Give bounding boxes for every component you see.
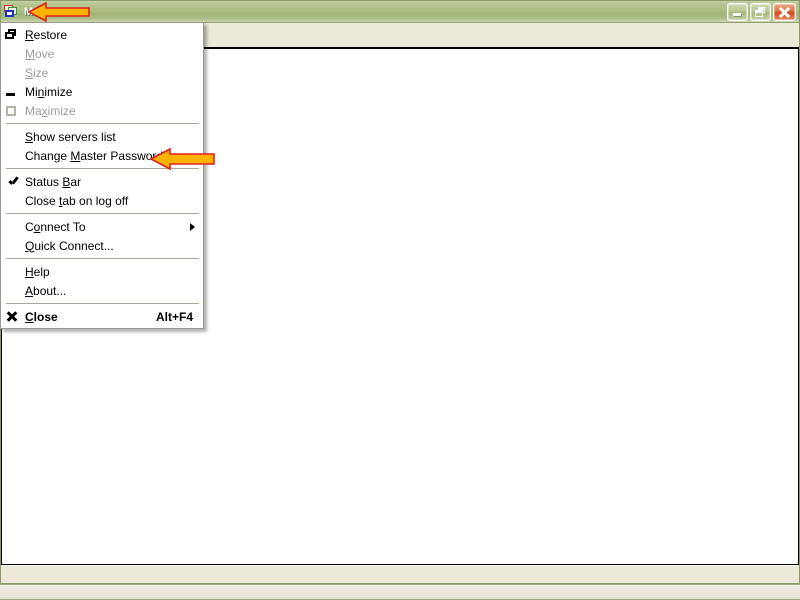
menu-item-help-label: Help (25, 264, 50, 279)
menu-item-connect-to[interactable]: Connect To (1, 217, 203, 236)
menu-item-close-tab-on-logoff[interactable]: Close tab on log off (1, 191, 203, 210)
title-bar[interactable]: M...k (1, 1, 799, 23)
restore-icon-slot (1, 25, 25, 44)
menu-item-about[interactable]: About... (1, 281, 203, 300)
window-title: M...k (24, 6, 727, 18)
menu-item-quick-connect[interactable]: Quick Connect... (1, 236, 203, 255)
window-bottom-strip (0, 584, 800, 600)
menu-item-show-servers-list[interactable]: Show servers list (1, 127, 203, 146)
menu-item-help[interactable]: Help (1, 262, 203, 281)
close-x-icon (6, 311, 17, 322)
menu-item-quick-connect-label: Quick Connect... (25, 238, 114, 253)
menu-item-close[interactable]: Close Alt+F4 (1, 307, 203, 326)
submenu-chevron-right-icon (190, 223, 195, 231)
status-bar (1, 565, 799, 583)
close-x-icon-slot (1, 307, 25, 326)
minimize-icon (6, 93, 15, 96)
maximize-icon-slot (1, 101, 25, 120)
minimize-icon-slot (1, 82, 25, 101)
menu-item-maximize: Maximize (1, 101, 203, 120)
check-icon (8, 176, 18, 186)
menu-item-size-label: Size (25, 65, 49, 80)
menu-icon-slot (1, 146, 25, 165)
menu-icon-slot (1, 127, 25, 146)
menu-icon-slot (1, 63, 25, 82)
check-icon-slot (1, 172, 25, 191)
minimize-button[interactable] (727, 2, 748, 21)
menu-item-minimize[interactable]: Minimize (1, 82, 203, 101)
menu-icon-slot (1, 262, 25, 281)
menu-separator-5 (6, 303, 199, 304)
desktop-background: M...k Restore (0, 0, 800, 600)
caption-button-group (727, 2, 796, 21)
menu-item-size: Size (1, 63, 203, 82)
menu-icon-slot (1, 236, 25, 255)
menu-item-restore[interactable]: Restore (1, 25, 203, 44)
menu-icon-slot (1, 191, 25, 210)
restore-icon-front (5, 32, 14, 39)
close-button[interactable] (773, 2, 796, 21)
menu-item-close-label: Close (25, 309, 58, 324)
menu-separator-3 (6, 213, 199, 214)
menu-item-about-label: About... (25, 283, 67, 298)
menu-icon-slot (1, 281, 25, 300)
annotation-arrow-titlebar (28, 1, 90, 23)
menu-item-connect-to-label: Connect To (25, 219, 86, 234)
system-menu-popup[interactable]: Restore Move Size Minimize Maximize Show serv… (0, 22, 204, 329)
minimize-icon (733, 12, 741, 16)
restore-icon-front (755, 9, 763, 17)
menu-item-restore-label: Restore (25, 27, 68, 42)
menu-item-minimize-label: Minimize (25, 84, 73, 99)
menu-item-maximize-label: Maximize (25, 103, 76, 118)
annotation-arrow-change-master-password (150, 146, 216, 172)
restore-button[interactable] (750, 2, 771, 21)
menu-item-show-servers-list-label: Show servers list (25, 129, 116, 144)
menu-item-close-accelerator: Alt+F4 (155, 309, 193, 324)
menu-item-status-bar-label: Status Bar (25, 174, 82, 189)
tabs-windows-icon[interactable] (4, 4, 20, 20)
maximize-icon (6, 106, 16, 116)
menu-icon-slot (1, 217, 25, 236)
menu-separator-4 (6, 258, 199, 259)
menu-item-close-tab-on-logoff-label: Close tab on log off (25, 193, 129, 208)
menu-separator-1 (6, 123, 199, 124)
menu-icon-slot (1, 44, 25, 63)
menu-item-status-bar[interactable]: Status Bar (1, 172, 203, 191)
menu-item-move: Move (1, 44, 203, 63)
menu-item-move-label: Move (25, 46, 55, 61)
